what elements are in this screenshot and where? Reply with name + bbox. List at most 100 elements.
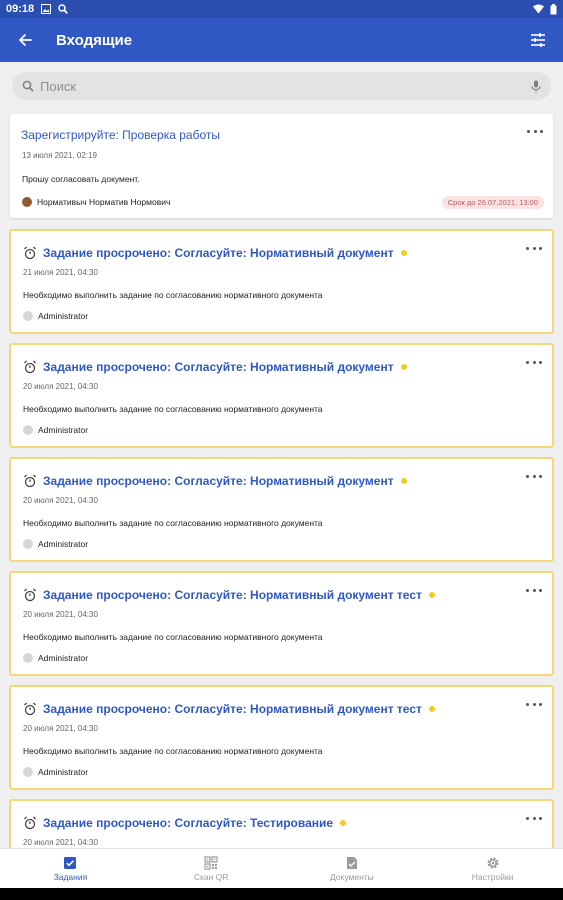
more-options-button[interactable] [524,355,544,369]
overdue-indicator [428,592,435,598]
nav-label: Задания [53,871,88,882]
task-card-header: Задание просрочено: Согласуйте: Норматив… [22,245,522,261]
avatar [23,767,33,777]
avatar [23,311,33,321]
nav-item-settings[interactable]: Настройки [422,849,563,888]
microphone-icon[interactable] [531,80,541,93]
wifi-icon [533,4,544,14]
task-date: 20 июля 2021, 04:30 [23,496,98,505]
task-card[interactable]: Задание просрочено: Согласуйте: Норматив… [9,571,554,676]
nav-item-scan-qr[interactable]: Скан QR [141,849,282,888]
tune-icon [531,33,545,47]
overdue-indicator [340,820,347,826]
more-options-button[interactable] [524,697,544,711]
task-icon [22,245,38,261]
search-notification-icon [58,4,68,14]
task-title[interactable]: Задание просрочено: Согласуйте: Норматив… [43,702,422,716]
tasks-icon [64,856,77,869]
avatar [23,425,33,435]
task-title[interactable]: Задание просрочено: Согласуйте: Норматив… [43,474,394,488]
task-card[interactable]: Задание просрочено: Согласуйте: Норматив… [9,457,554,562]
more-options-button[interactable] [524,241,544,255]
overdue-indicator [428,706,435,712]
task-author: Administrator [23,539,88,549]
task-icon [22,473,38,489]
system-navigation-bar [0,888,563,900]
deadline-badge: Срок до 26.07.2021, 13:00 [441,196,544,209]
filter-button[interactable] [513,18,563,62]
task-author: Administrator [23,425,88,435]
more-options-button[interactable] [525,124,545,138]
search-input[interactable] [40,78,531,94]
arrow-back-icon [19,34,32,46]
task-card[interactable]: Задание просрочено: Согласуйте: Тестиров… [9,799,554,848]
bottom-navigation: Задания Скан QR Документы Настройки [0,848,563,888]
task-title[interactable]: Задание просрочено: Согласуйте: Тестиров… [43,816,333,830]
app-bar: Входящие [0,18,563,62]
task-description: Прошу согласовать документ. [22,174,140,184]
overdue-indicator [400,250,407,256]
task-description: Необходимо выполнить задание по согласов… [23,404,323,414]
battery-icon [550,3,557,15]
task-title[interactable]: Задание просрочено: Согласуйте: Норматив… [43,588,422,602]
nav-label: Скан QR [193,871,229,882]
task-card[interactable]: Задание просрочено: Согласуйте: Норматив… [9,343,554,448]
nav-item-documents[interactable]: Документы [282,849,423,888]
task-card-header: Задание просрочено: Согласуйте: Норматив… [22,587,522,603]
task-icon [22,701,38,717]
task-card[interactable]: Задание просрочено: Согласуйте: Норматив… [9,685,554,790]
task-card[interactable]: Задание просрочено: Согласуйте: Норматив… [9,229,554,334]
task-card-header: Задание просрочено: Согласуйте: Норматив… [22,701,522,717]
author-name: Нормативыч Норматив Нормович [37,197,171,207]
search-area [0,62,563,112]
nav-label: Настройки [471,871,514,882]
task-date: 20 июля 2021, 04:30 [23,838,98,847]
task-title[interactable]: Задание просрочено: Согласуйте: Норматив… [43,246,394,260]
task-list: Зарегистрируйте: Проверка работы 13 июля… [0,112,563,848]
task-card-header: Задание просрочено: Согласуйте: Норматив… [22,359,522,375]
more-options-button[interactable] [524,583,544,597]
task-icon [22,815,38,831]
task-icon [22,587,38,603]
task-title[interactable]: Задание просрочено: Согласуйте: Норматив… [43,360,394,374]
author-name: Administrator [38,653,89,663]
task-card[interactable]: Зарегистрируйте: Проверка работы 13 июля… [10,114,553,218]
task-date: 21 июля 2021, 04:30 [23,268,98,277]
overdue-indicator [400,364,407,370]
page-title: Входящие [56,31,133,49]
author-name: Administrator [38,311,89,321]
task-date: 20 июля 2021, 04:30 [23,610,98,619]
author-name: Administrator [38,539,89,549]
task-description: Необходимо выполнить задание по согласов… [23,290,323,300]
task-date: 20 июля 2021, 04:30 [23,724,98,733]
task-author: Нормативыч Норматив Нормович [22,197,170,207]
task-author: Administrator [23,311,88,321]
author-name: Administrator [38,767,89,777]
qr-icon [204,855,218,870]
back-button[interactable] [0,18,50,62]
task-card-header: Зарегистрируйте: Проверка работы [21,128,523,142]
search-icon [22,80,34,92]
more-options-button[interactable] [524,469,544,483]
task-date: 13 июля 2021, 02:19 [22,151,97,160]
avatar [23,539,33,549]
task-icon [22,359,38,375]
task-description: Необходимо выполнить задание по согласов… [23,632,323,642]
task-card-header: Задание просрочено: Согласуйте: Норматив… [22,473,522,489]
task-author: Administrator [23,653,88,663]
nav-label: Документы [329,871,374,882]
author-name: Administrator [38,425,89,435]
settings-icon [487,856,499,869]
avatar [22,197,32,207]
search-bar [12,72,551,100]
more-options-button[interactable] [524,811,544,825]
overdue-indicator [400,478,407,484]
nav-item-tasks[interactable]: Задания [0,849,141,888]
task-author: Administrator [23,767,88,777]
task-card-header: Задание просрочено: Согласуйте: Тестиров… [22,815,522,831]
documents-icon [346,856,357,869]
task-title[interactable]: Зарегистрируйте: Проверка работы [21,128,220,142]
task-date: 20 июля 2021, 04:30 [23,382,98,391]
status-time: 09:18 [6,3,35,15]
task-description: Необходимо выполнить задание по согласов… [23,746,323,756]
